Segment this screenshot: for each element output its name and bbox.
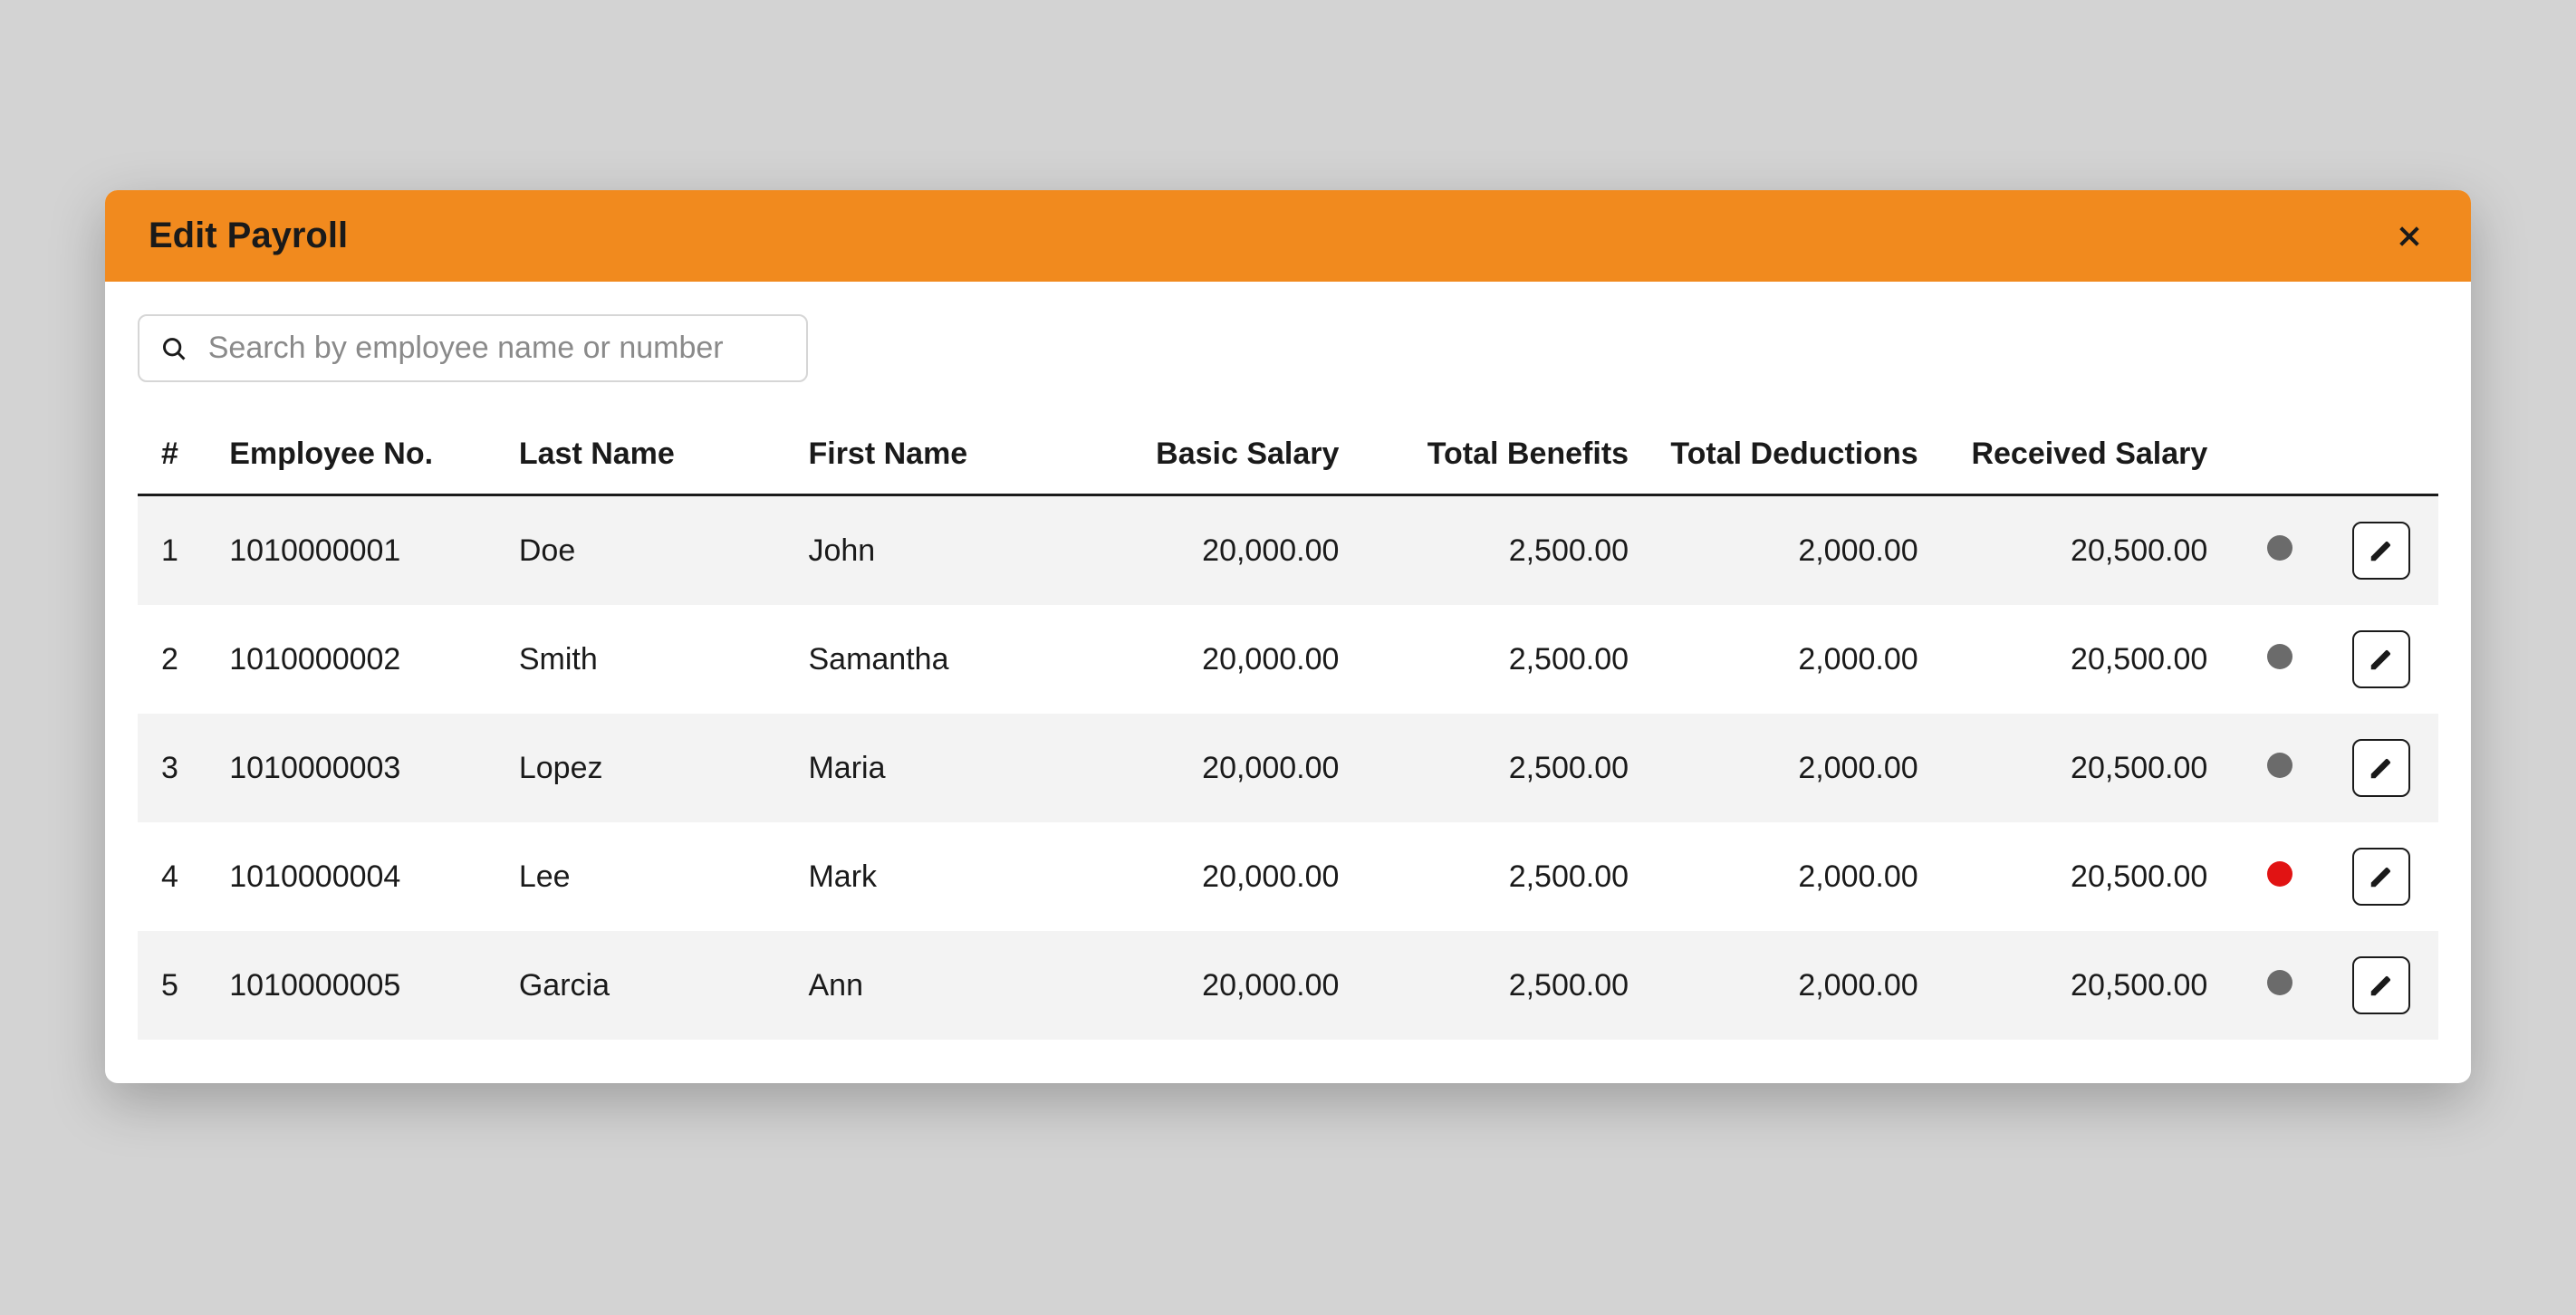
cell-status <box>2222 495 2338 606</box>
table-row: 4 1010000004 Lee Mark 20,000.00 2,500.00… <box>138 822 2438 931</box>
col-header-index: # <box>138 418 215 495</box>
cell-basic-salary: 20,000.00 <box>1064 931 1354 1040</box>
cell-received-salary: 20,500.00 <box>1933 931 2223 1040</box>
pencil-icon <box>2368 537 2395 564</box>
close-icon <box>2395 222 2424 251</box>
cell-total-deductions: 2,000.00 <box>1643 931 1933 1040</box>
cell-action <box>2338 931 2438 1040</box>
search-input[interactable] <box>208 331 784 366</box>
modal-title: Edit Payroll <box>149 216 348 256</box>
cell-action <box>2338 495 2438 606</box>
col-header-basic-salary: Basic Salary <box>1064 418 1354 495</box>
cell-last-name: Lopez <box>505 714 794 822</box>
modal-header: Edit Payroll <box>105 190 2471 282</box>
col-header-status <box>2222 418 2338 495</box>
cell-received-salary: 20,500.00 <box>1933 822 2223 931</box>
cell-received-salary: 20,500.00 <box>1933 714 2223 822</box>
cell-index: 1 <box>138 495 215 606</box>
cell-total-deductions: 2,000.00 <box>1643 495 1933 606</box>
cell-employee-no: 1010000005 <box>215 931 505 1040</box>
table-header-row: # Employee No. Last Name First Name Basi… <box>138 418 2438 495</box>
payroll-table: # Employee No. Last Name First Name Basi… <box>138 418 2438 1040</box>
cell-last-name: Lee <box>505 822 794 931</box>
modal-content: # Employee No. Last Name First Name Basi… <box>105 282 2471 1083</box>
cell-last-name: Smith <box>505 605 794 714</box>
cell-total-deductions: 2,000.00 <box>1643 822 1933 931</box>
edit-button[interactable] <box>2352 848 2410 906</box>
cell-basic-salary: 20,000.00 <box>1064 495 1354 606</box>
cell-index: 3 <box>138 714 215 822</box>
cell-employee-no: 1010000002 <box>215 605 505 714</box>
pencil-icon <box>2368 646 2395 673</box>
cell-status <box>2222 714 2338 822</box>
payroll-modal: Edit Payroll # Employee No. Last Name Fi… <box>105 190 2471 1083</box>
pencil-icon <box>2368 754 2395 782</box>
cell-basic-salary: 20,000.00 <box>1064 714 1354 822</box>
search-icon <box>161 335 187 362</box>
cell-employee-no: 1010000004 <box>215 822 505 931</box>
cell-status <box>2222 605 2338 714</box>
col-header-action <box>2338 418 2438 495</box>
cell-last-name: Garcia <box>505 931 794 1040</box>
col-header-first-name: First Name <box>793 418 1063 495</box>
status-dot-icon <box>2267 753 2292 778</box>
cell-first-name: Maria <box>793 714 1063 822</box>
pencil-icon <box>2368 972 2395 999</box>
cell-total-deductions: 2,000.00 <box>1643 714 1933 822</box>
edit-button[interactable] <box>2352 956 2410 1014</box>
cell-total-benefits: 2,500.00 <box>1353 714 1643 822</box>
cell-first-name: John <box>793 495 1063 606</box>
cell-status <box>2222 822 2338 931</box>
col-header-received-salary: Received Salary <box>1933 418 2223 495</box>
col-header-total-deductions: Total Deductions <box>1643 418 1933 495</box>
cell-basic-salary: 20,000.00 <box>1064 822 1354 931</box>
edit-button[interactable] <box>2352 630 2410 688</box>
table-row: 2 1010000002 Smith Samantha 20,000.00 2,… <box>138 605 2438 714</box>
cell-total-benefits: 2,500.00 <box>1353 822 1643 931</box>
cell-total-benefits: 2,500.00 <box>1353 495 1643 606</box>
cell-received-salary: 20,500.00 <box>1933 605 2223 714</box>
col-header-total-benefits: Total Benefits <box>1353 418 1643 495</box>
cell-action <box>2338 714 2438 822</box>
close-button[interactable] <box>2391 218 2427 254</box>
table-row: 3 1010000003 Lopez Maria 20,000.00 2,500… <box>138 714 2438 822</box>
cell-status <box>2222 931 2338 1040</box>
edit-button[interactable] <box>2352 739 2410 797</box>
cell-index: 5 <box>138 931 215 1040</box>
cell-action <box>2338 822 2438 931</box>
status-dot-icon <box>2267 861 2292 887</box>
table-row: 1 1010000001 Doe John 20,000.00 2,500.00… <box>138 495 2438 606</box>
cell-employee-no: 1010000001 <box>215 495 505 606</box>
cell-index: 4 <box>138 822 215 931</box>
cell-first-name: Ann <box>793 931 1063 1040</box>
cell-total-benefits: 2,500.00 <box>1353 605 1643 714</box>
col-header-employee-no: Employee No. <box>215 418 505 495</box>
table-row: 5 1010000005 Garcia Ann 20,000.00 2,500.… <box>138 931 2438 1040</box>
status-dot-icon <box>2267 970 2292 995</box>
cell-first-name: Samantha <box>793 605 1063 714</box>
status-dot-icon <box>2267 644 2292 669</box>
cell-index: 2 <box>138 605 215 714</box>
cell-received-salary: 20,500.00 <box>1933 495 2223 606</box>
cell-employee-no: 1010000003 <box>215 714 505 822</box>
cell-basic-salary: 20,000.00 <box>1064 605 1354 714</box>
status-dot-icon <box>2267 535 2292 561</box>
pencil-icon <box>2368 863 2395 890</box>
search-box[interactable] <box>138 314 808 382</box>
cell-first-name: Mark <box>793 822 1063 931</box>
col-header-last-name: Last Name <box>505 418 794 495</box>
cell-last-name: Doe <box>505 495 794 606</box>
edit-button[interactable] <box>2352 522 2410 580</box>
cell-total-deductions: 2,000.00 <box>1643 605 1933 714</box>
cell-action <box>2338 605 2438 714</box>
cell-total-benefits: 2,500.00 <box>1353 931 1643 1040</box>
